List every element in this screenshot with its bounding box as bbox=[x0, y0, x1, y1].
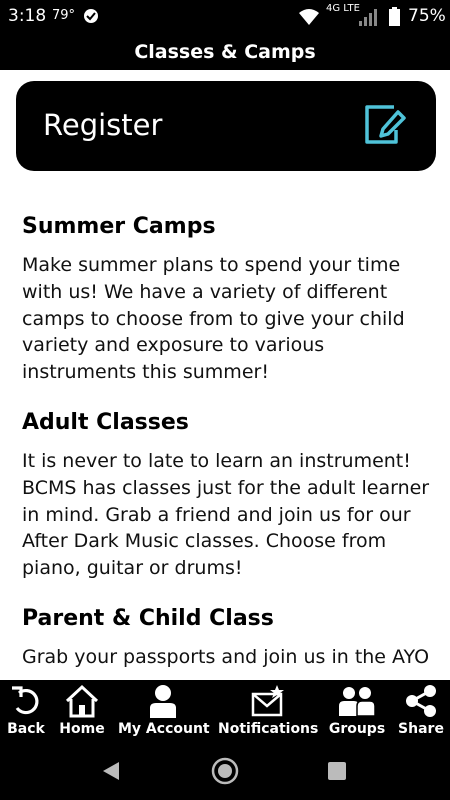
account-icon bbox=[150, 685, 176, 718]
system-nav-bar bbox=[0, 740, 450, 800]
battery-percent: 75% bbox=[408, 6, 446, 26]
system-back-icon[interactable] bbox=[100, 760, 122, 782]
section-parent-child: Parent & Child Class Grab your passports… bbox=[22, 604, 432, 671]
nav-home[interactable]: Home bbox=[56, 680, 108, 740]
section-title: Parent & Child Class bbox=[22, 605, 274, 631]
register-button[interactable]: Register bbox=[16, 81, 436, 171]
battery-icon bbox=[389, 7, 400, 26]
back-icon bbox=[12, 686, 39, 715]
nav-back[interactable]: Back bbox=[0, 680, 52, 740]
network-type: 4G LTE bbox=[326, 3, 360, 14]
status-temperature: 79° bbox=[52, 8, 76, 23]
groups-icon bbox=[339, 687, 376, 717]
section-body: It is never to late to learn an instrume… bbox=[22, 449, 430, 580]
system-home-icon[interactable] bbox=[211, 757, 239, 785]
nav-share[interactable]: Share bbox=[394, 680, 448, 740]
nav-label: Notifications bbox=[218, 721, 319, 737]
nav-label: Groups bbox=[328, 721, 386, 737]
section-body: Make summer plans to spend your time wit… bbox=[22, 254, 405, 384]
nav-groups[interactable]: Groups bbox=[328, 680, 386, 740]
section-summer-camps: Summer Camps Make summer plans to spend … bbox=[22, 212, 432, 386]
wifi-icon bbox=[299, 9, 319, 25]
nav-label: Home bbox=[59, 721, 105, 737]
status-time: 3:18 bbox=[8, 6, 47, 26]
section-title: Summer Camps bbox=[22, 214, 216, 239]
bottom-nav: Back Home My Account Notifications Group… bbox=[0, 680, 450, 740]
section-title: Adult Classes bbox=[22, 409, 189, 435]
edit-icon bbox=[365, 105, 406, 144]
share-icon bbox=[406, 685, 436, 717]
section-body: Grab your passports and join us in the A… bbox=[22, 645, 430, 668]
notifications-icon bbox=[251, 685, 284, 717]
notification-app-icon bbox=[84, 9, 98, 23]
status-bar: 3:18 79° 4G LTE 75% bbox=[0, 0, 450, 34]
content-area[interactable]: Summer Camps Make summer plans to spend … bbox=[22, 198, 432, 680]
nav-label: Share bbox=[398, 721, 444, 737]
signal-icon bbox=[359, 9, 377, 26]
nav-label: My Account bbox=[118, 721, 210, 737]
home-icon bbox=[65, 684, 99, 718]
nav-my-account[interactable]: My Account bbox=[118, 680, 210, 740]
system-recents-icon[interactable] bbox=[327, 761, 347, 781]
nav-label: Back bbox=[7, 721, 45, 737]
title-bar: Classes & Camps bbox=[0, 34, 450, 70]
nav-notifications[interactable]: Notifications bbox=[218, 680, 318, 740]
section-adult-classes: Adult Classes It is never to late to lea… bbox=[22, 408, 432, 582]
page-title: Classes & Camps bbox=[134, 41, 316, 63]
register-label: Register bbox=[43, 108, 163, 142]
